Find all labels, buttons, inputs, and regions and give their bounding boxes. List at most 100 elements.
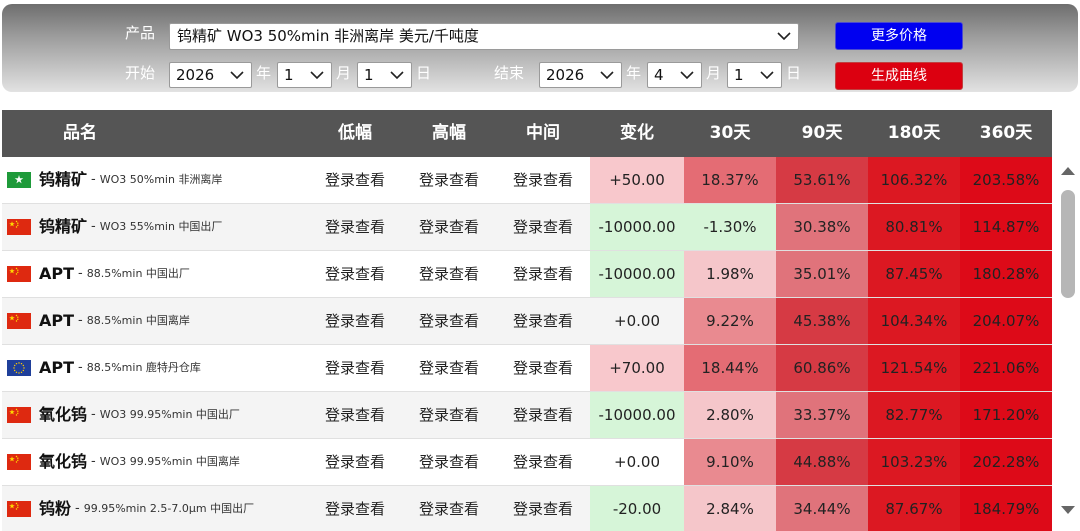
table-row[interactable]: APT -88.5%min 鹿特丹仓库 登录查看 登录查看 登录查看 +70.00 18.4…	[2, 345, 1052, 392]
chevron-down-icon	[230, 71, 244, 80]
start-year-value: 2026	[176, 66, 215, 84]
start-day-select[interactable]: 1	[357, 62, 412, 88]
scroll-down-icon[interactable]	[1061, 506, 1075, 514]
low-price-login-link[interactable]: 登录查看	[308, 439, 402, 485]
scrollbar-thumb[interactable]	[1061, 190, 1075, 298]
low-price-login-link[interactable]: 登录查看	[308, 345, 402, 391]
product-spec: WO3 55%min 中国出厂	[99, 220, 223, 233]
table-row[interactable]: 钨精矿 - WO3 55%min 中国出厂 登录查看 登录查看 登录查看 -10000.00…	[2, 204, 1052, 251]
low-price-login-link[interactable]: 登录查看	[308, 204, 402, 250]
high-price-login-link[interactable]: 登录查看	[402, 204, 496, 250]
change-30d-cell: 18.44%	[684, 345, 776, 391]
product-spec: WO3 99.95%min 中国出厂	[99, 408, 240, 421]
mid-price-login-link[interactable]: 登录查看	[496, 204, 590, 250]
change-cell: +0.00	[614, 312, 660, 330]
high-price-login-link[interactable]: 登录查看	[402, 251, 496, 297]
change-90d-cell: 33.37%	[776, 392, 868, 438]
high-price-login-link[interactable]: 登录查看	[402, 298, 496, 344]
eu-flag-icon	[7, 360, 31, 376]
start-month-select[interactable]: 1	[277, 62, 332, 88]
header-low: 低幅	[338, 123, 372, 143]
low-price-login-link[interactable]: 登录查看	[308, 486, 402, 531]
change-30d-cell: 2.80%	[684, 392, 776, 438]
change-180d-cell: 82.77%	[868, 392, 960, 438]
product-spec: WO3 99.95%min 中国离岸	[99, 455, 240, 468]
scroll-up-icon[interactable]	[1061, 167, 1075, 175]
change-180d-cell: 87.45%	[868, 251, 960, 297]
table-row[interactable]: 氧化钨 - WO3 99.95%min 中国离岸 登录查看 登录查看 登录查看 +0.00 9…	[2, 439, 1052, 486]
low-price-login-link[interactable]: 登录查看	[308, 298, 402, 344]
high-price-login-link[interactable]: 登录查看	[402, 486, 496, 531]
change-360d-cell: 204.07%	[960, 298, 1052, 344]
separator-dash: -	[78, 360, 83, 375]
product-name-cell[interactable]: 氧化钨 - WO3 99.95%min 中国离岸	[2, 439, 308, 485]
separator-dash: -	[91, 407, 96, 422]
china-flag-icon	[7, 454, 31, 470]
product-name-cell[interactable]: APT -88.5%min 中国离岸	[2, 298, 308, 344]
product-name: APT	[39, 358, 75, 377]
high-price-login-link[interactable]: 登录查看	[402, 392, 496, 438]
header-180d: 180天	[887, 123, 941, 143]
product-name-cell[interactable]: 钨精矿 - WO3 50%min 非洲离岸	[2, 157, 308, 203]
generate-curve-button[interactable]: 生成曲线	[835, 62, 963, 90]
product-select[interactable]: 钨精矿 WO3 50%min 非洲离岸 美元/千吨度	[169, 23, 799, 50]
change-cell: -10000.00	[590, 392, 684, 438]
table-row[interactable]: 钨粉 -99.95%min 2.5-7.0μm 中国出厂 登录查看 登录查看 登录查看 -…	[2, 486, 1052, 531]
mid-price-login-link[interactable]: 登录查看	[496, 251, 590, 297]
month-unit: 月	[336, 64, 352, 82]
change-90d-cell: 53.61%	[776, 157, 868, 203]
product-name: 氧化钨	[39, 405, 88, 424]
high-price-login-link[interactable]: 登录查看	[402, 157, 496, 203]
more-prices-button[interactable]: 更多价格	[835, 22, 963, 50]
change-30d-cell: 9.22%	[684, 298, 776, 344]
header-360d: 360天	[979, 123, 1033, 143]
change-30d-cell: 1.98%	[684, 251, 776, 297]
table-row[interactable]: APT -88.5%min 中国出厂 登录查看 登录查看 登录查看 -10000.00 1.…	[2, 251, 1052, 298]
start-year-select[interactable]: 2026	[169, 62, 252, 88]
day-unit: 日	[416, 64, 432, 82]
product-name-cell[interactable]: 钨粉 -99.95%min 2.5-7.0μm 中国出厂	[2, 486, 308, 531]
end-day-select[interactable]: 1	[727, 62, 782, 88]
change-cell: +0.00	[614, 453, 660, 471]
high-price-login-link[interactable]: 登录查看	[402, 439, 496, 485]
table-row[interactable]: 钨精矿 - WO3 50%min 非洲离岸 登录查看 登录查看 登录查看 +50.00 18.…	[2, 157, 1052, 204]
product-name-cell[interactable]: 钨精矿 - WO3 55%min 中国出厂	[2, 204, 308, 250]
change-30d-cell: 18.37%	[684, 157, 776, 203]
mid-price-login-link[interactable]: 登录查看	[496, 298, 590, 344]
china-flag-icon	[7, 407, 31, 423]
mid-price-login-link[interactable]: 登录查看	[496, 439, 590, 485]
change-90d-cell: 30.38%	[776, 204, 868, 250]
product-name-cell[interactable]: 氧化钨 - WO3 99.95%min 中国出厂	[2, 392, 308, 438]
china-flag-icon	[7, 501, 31, 517]
product-name-cell[interactable]: APT -88.5%min 中国出厂	[2, 251, 308, 297]
month-unit: 月	[706, 64, 722, 82]
mid-price-login-link[interactable]: 登录查看	[496, 486, 590, 531]
start-label: 开始	[125, 64, 156, 82]
change-360d-cell: 180.28%	[960, 251, 1052, 297]
table-row[interactable]: 氧化钨 - WO3 99.95%min 中国出厂 登录查看 登录查看 登录查看 -10000…	[2, 392, 1052, 439]
mid-price-login-link[interactable]: 登录查看	[496, 392, 590, 438]
chevron-down-icon	[777, 32, 791, 41]
separator-dash: -	[78, 313, 83, 328]
end-year-select[interactable]: 2026	[539, 62, 622, 88]
change-180d-cell: 80.81%	[868, 204, 960, 250]
table-row[interactable]: APT -88.5%min 中国离岸 登录查看 登录查看 登录查看 +0.00 9.22% 4…	[2, 298, 1052, 345]
product-spec: 99.95%min 2.5-7.0μm 中国出厂	[83, 502, 255, 515]
low-price-login-link[interactable]: 登录查看	[308, 157, 402, 203]
chevron-down-icon	[390, 71, 404, 80]
separator-dash: -	[91, 219, 96, 234]
chevron-down-icon	[760, 71, 774, 80]
mid-price-login-link[interactable]: 登录查看	[496, 157, 590, 203]
change-360d-cell: 202.28%	[960, 439, 1052, 485]
high-price-login-link[interactable]: 登录查看	[402, 345, 496, 391]
change-180d-cell: 103.23%	[868, 439, 960, 485]
change-30d-cell: 9.10%	[684, 439, 776, 485]
china-flag-icon	[7, 266, 31, 282]
separator-dash: -	[78, 266, 83, 281]
low-price-login-link[interactable]: 登录查看	[308, 392, 402, 438]
product-name: APT	[39, 311, 75, 330]
product-name-cell[interactable]: APT -88.5%min 鹿特丹仓库	[2, 345, 308, 391]
low-price-login-link[interactable]: 登录查看	[308, 251, 402, 297]
mid-price-login-link[interactable]: 登录查看	[496, 345, 590, 391]
end-month-select[interactable]: 4	[647, 62, 702, 88]
